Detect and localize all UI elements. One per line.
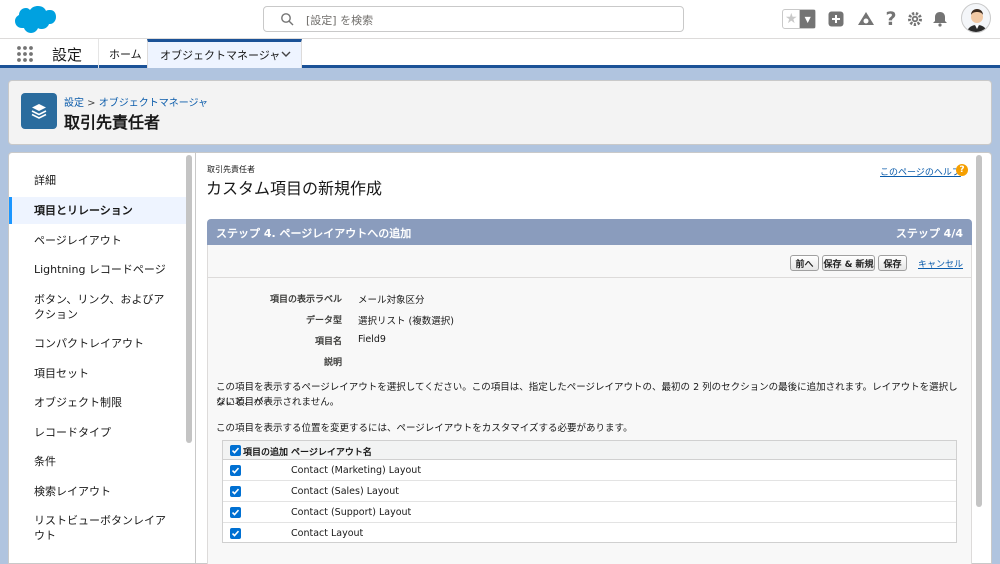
app-name: 設定 [52, 46, 83, 64]
select-all-checkbox[interactable] [230, 445, 241, 456]
save-and-new-button[interactable]: 保存 & 新規 [822, 255, 875, 271]
global-search-input[interactable]: [設定] を検索 [263, 6, 684, 32]
previous-button[interactable]: 前へ [790, 255, 819, 271]
global-header: [設定] を検索 ★ ▼ ? [0, 0, 1000, 39]
sidebar-item-compact-layouts[interactable]: コンパクトレイアウト [9, 333, 186, 353]
layout-name: Contact (Marketing) Layout [291, 465, 422, 476]
layers-icon [21, 93, 57, 129]
main-scrollbar[interactable] [976, 155, 982, 507]
object-sidebar: 詳細 項目とリレーション ページレイアウト Lightning レコードページ … [8, 152, 195, 564]
layout-customize-note: この項目を表示する位置を変更するには、ページレイアウトをカスタマイズする必要があ… [216, 423, 633, 434]
breadcrumb-separator: > [84, 98, 99, 109]
field-label-label: 項目の表示ラベル [269, 295, 342, 305]
favorites-control[interactable]: ★ ▼ [782, 9, 816, 29]
tab-object-manager-label: オブジェクトマネージャ [160, 49, 281, 62]
column-header-add: 項目の追加 [243, 448, 289, 458]
step-number: ステップ 4/4 [895, 227, 963, 240]
description-label: 説明 [323, 358, 342, 368]
data-type-label: データ型 [305, 316, 342, 326]
notification-bell-icon[interactable] [931, 10, 949, 28]
table-row: Contact (Support) Layout [223, 502, 956, 523]
table-row: Contact (Marketing) Layout [223, 460, 956, 481]
page-title: 取引先責任者 [64, 113, 161, 132]
sidebar-item-lightning-record-pages[interactable]: Lightning レコードページ [9, 259, 186, 279]
search-icon [281, 13, 294, 26]
chevron-down-icon[interactable] [281, 49, 291, 62]
checkmark-icon [231, 467, 240, 474]
checkmark-icon [231, 530, 240, 537]
layout-name: Contact Layout [291, 528, 364, 539]
object-page-header: 設定 > オブジェクトマネージャ 取引先責任者 [8, 80, 992, 145]
sidebar-item-page-layouts[interactable]: ページレイアウト [9, 230, 186, 250]
layout-checkbox[interactable] [230, 486, 241, 497]
search-placeholder: [設定] を検索 [306, 14, 374, 27]
salesforce-logo-icon[interactable] [12, 5, 56, 35]
object-label: 取引先責任者 [207, 165, 255, 174]
tab-object-manager[interactable]: オブジェクトマネージャ [147, 39, 302, 68]
sidebar-item-list-view-button-layout[interactable]: リストビューボタンレイアウト [9, 511, 169, 545]
sidebar-item-search-layouts[interactable]: 検索レイアウト [9, 481, 186, 501]
data-type-value: 選択リスト (複数選択) [358, 316, 454, 327]
sidebar-item-object-limits[interactable]: オブジェクト制限 [9, 392, 186, 412]
step-header: ステップ 4. ページレイアウトへの追加 ステップ 4/4 [207, 219, 972, 245]
layout-checkbox[interactable] [230, 507, 241, 518]
sidebar-item-field-sets[interactable]: 項目セット [9, 363, 186, 383]
layout-checkbox[interactable] [230, 528, 241, 539]
sidebar-item-details[interactable]: 詳細 [9, 170, 186, 190]
favorites-dropdown-icon[interactable]: ▼ [800, 10, 815, 28]
layout-checkbox[interactable] [230, 465, 241, 476]
tab-home[interactable]: ホーム [98, 39, 152, 68]
layout-name: Contact (Sales) Layout [291, 486, 399, 497]
main-title: カスタム項目の新規作成 [206, 179, 383, 198]
table-header: 項目の追加 ページレイアウト名 [223, 441, 956, 460]
table-row: Contact (Sales) Layout [223, 481, 956, 502]
step-title: ステップ 4. ページレイアウトへの追加 [216, 227, 412, 240]
save-button[interactable]: 保存 [878, 255, 907, 271]
sidebar-item-record-types[interactable]: レコードタイプ [9, 422, 186, 442]
field-label-value: メール対象区分 [358, 295, 425, 306]
breadcrumb: 設定 > オブジェクトマネージャ [64, 94, 208, 109]
app-navigation: 設定 ホーム オブジェクトマネージャ [0, 39, 1000, 68]
help-icon[interactable]: ? [882, 8, 900, 30]
layout-name: Contact (Support) Layout [291, 507, 412, 518]
sidebar-item-conditions[interactable]: 条件 [9, 451, 186, 471]
checkmark-icon [231, 488, 240, 495]
cancel-link[interactable]: キャンセル [918, 257, 963, 270]
setup-gear-icon[interactable] [906, 10, 924, 28]
sidebar-item-fields-relationships[interactable]: 項目とリレーション [9, 197, 186, 224]
trailhead-icon[interactable] [857, 10, 875, 28]
favorites-star-icon[interactable]: ★ [783, 10, 801, 28]
column-header-layout-name: ページレイアウト名 [291, 448, 372, 458]
app-launcher-icon[interactable] [16, 45, 34, 63]
breadcrumb-setup-link[interactable]: 設定 [64, 98, 84, 109]
breadcrumb-object-manager-link[interactable]: オブジェクトマネージャ [99, 98, 208, 109]
table-row: Contact Layout [223, 523, 956, 544]
help-question-icon[interactable]: ? [956, 164, 968, 176]
checkmark-icon [231, 509, 240, 516]
field-name-value: Field9 [358, 334, 386, 345]
instruction-text-line2: ジに項目が表示されません。 [216, 397, 340, 408]
page-layout-table: 項目の追加 ページレイアウト名 Contact (Marketing) Layo… [222, 440, 957, 543]
user-avatar[interactable] [961, 3, 991, 33]
add-icon[interactable] [827, 10, 845, 28]
sidebar-scrollbar[interactable] [186, 155, 192, 443]
checkmark-icon [231, 447, 240, 454]
help-for-this-page-link[interactable]: このページのヘルプ [880, 165, 961, 178]
sidebar-item-buttons-links-actions[interactable]: ボタン、リンク、およびアクション [9, 290, 169, 324]
field-name-label: 項目名 [314, 337, 342, 347]
